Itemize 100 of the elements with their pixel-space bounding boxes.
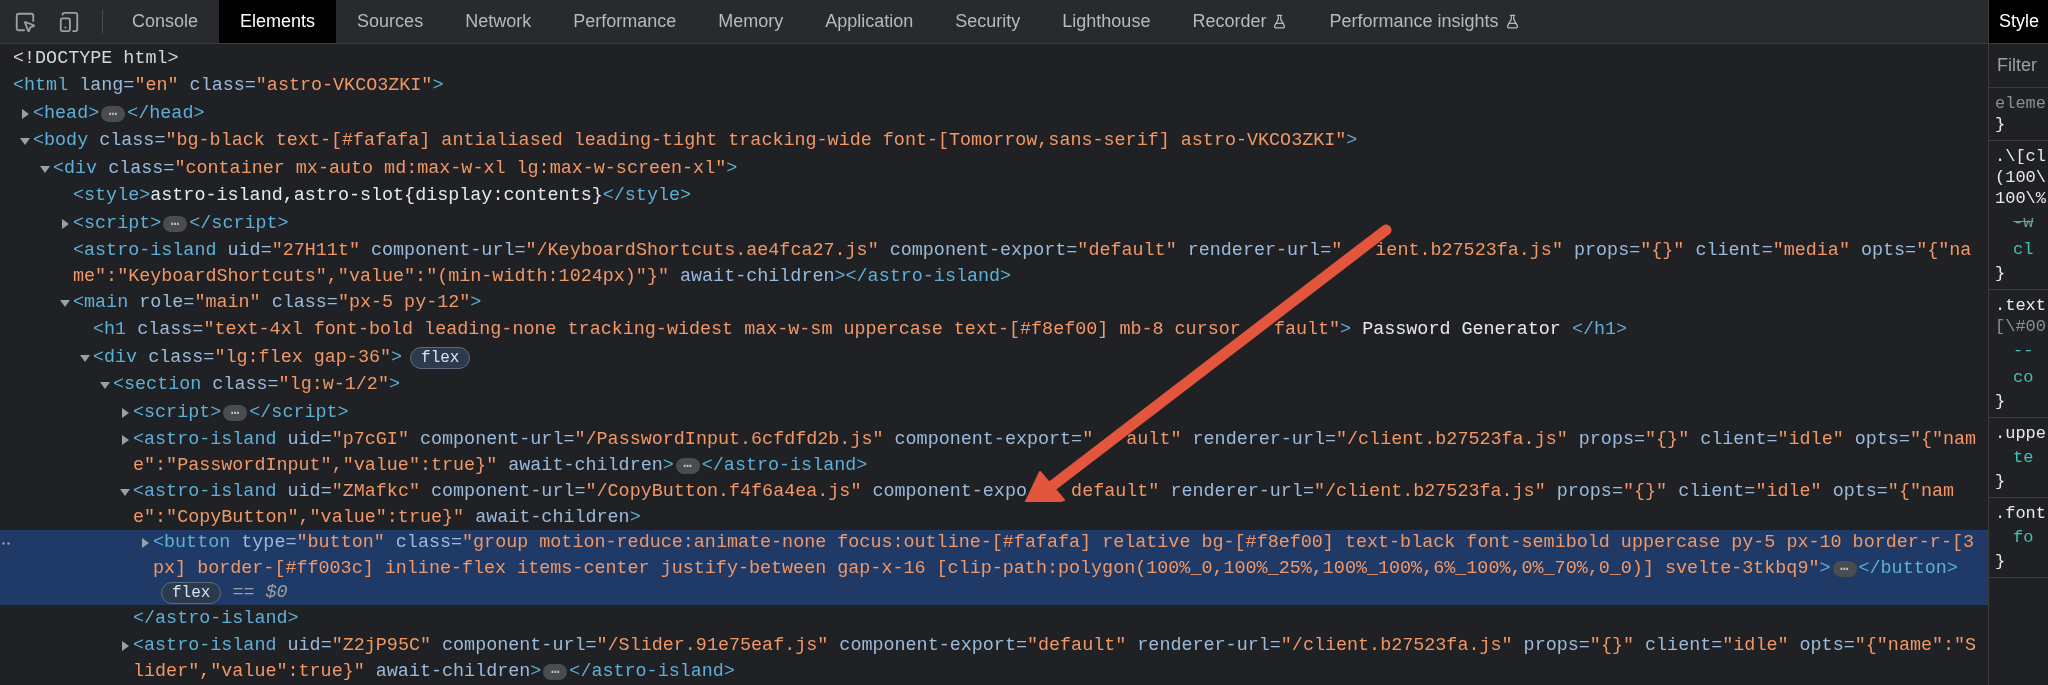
- panel-tab[interactable]: Application: [804, 0, 935, 43]
- code-text: <h1 class="text-4xl font-bold leading-none tracking-widest max-w-sm uppercase text-[#f8ef00] mb-8 cursor: [93, 318, 1241, 343]
- dom-node-row[interactable]: <div class="lg:flex gap-36"> flex: [0, 344, 1988, 372]
- inspect-icon[interactable]: [14, 10, 36, 33]
- code-text: <section class="lg:w-1/2">: [113, 373, 400, 398]
- css-selector: eleme: [1995, 93, 2047, 114]
- css-property[interactable]: cl: [2013, 240, 2034, 259]
- caret-icon[interactable]: [20, 108, 30, 119]
- code-text: <astro-island uid="ZMafkc" component-url="/CopyButton.f4f6a4ea.js" component-expo: [133, 479, 1027, 504]
- code-text: lider","value":true}" await-children>: [133, 660, 542, 684]
- panel-tab[interactable]: Recorder: [1171, 0, 1309, 43]
- code-text: px] border-[#ff003c] inline-flex items-center justify-between gap-x-16 [clip-path:polygon(100%_0,100%_25%,100%_100%,6%_100%,0%_70%,0_0)] svelte-3tkbq9">: [153, 557, 1831, 581]
- css-selector: [\#00: [1995, 316, 2047, 337]
- dom-node-row[interactable]: <body class="bg-black text-[#fafafa] antialiased leading-tight tracking-wide font-[Tomorrow,sans-serif] astro-VKCO3ZKI">: [0, 127, 1988, 155]
- closing-brace: }: [1995, 114, 2007, 135]
- caret-icon[interactable]: [60, 297, 70, 308]
- code-text: <script>: [73, 211, 162, 236]
- code-text: </astro-island>: [701, 454, 868, 478]
- flex-badge[interactable]: flex: [161, 582, 222, 604]
- ellipsis-button[interactable]: ⋯: [1832, 561, 1857, 577]
- code-text: </head>: [127, 101, 205, 126]
- panel-tab[interactable]: Performance insights: [1308, 0, 1541, 43]
- closing-brace: }: [1995, 391, 2007, 412]
- dom-node-row[interactable]: <script> ⋯ </script>: [0, 210, 1988, 238]
- flask-icon: [1504, 14, 1520, 29]
- dom-node-row[interactable]: <head> ⋯ </head>: [0, 100, 1988, 128]
- dom-node-row[interactable]: <main role="main" class="px-5 py-12">: [0, 289, 1988, 317]
- css-selector: .font: [1995, 503, 2047, 524]
- caret-icon[interactable]: [100, 380, 110, 391]
- code-text: </script>: [189, 211, 289, 236]
- dom-node-row[interactable]: <h1 class="text-4xl font-bold leading-none tracking-widest max-w-sm uppercase text-[#f8ef00] mb-8 cursor fault"> Password Generator </h1>: [0, 316, 1988, 344]
- panel-tab[interactable]: Network: [444, 0, 553, 43]
- code-text: <astro-island uid="27H11t" component-url="/KeyboardShortcuts.ae4fca27.js" component-export="default" renderer-url=": [73, 239, 1343, 264]
- code-text: <head>: [33, 101, 100, 126]
- code-text: </astro-island>: [569, 660, 735, 684]
- code-text: </button>: [1858, 557, 1958, 581]
- dom-node-row[interactable]: <script> ⋯ </script>: [0, 399, 1988, 427]
- code-text: e":"PasswordInput","value":true}" await-children>: [133, 454, 674, 478]
- dom-node-row[interactable]: <div class="container mx-auto md:max-w-xl lg:max-w-screen-xl">: [0, 155, 1988, 183]
- caret-icon[interactable]: [120, 407, 130, 418]
- code-text: me":"KeyboardShortcuts","value":"(min-width:1024px)"}" await-children></astro-island>: [73, 265, 1012, 289]
- code-text: <html lang="en" class="astro-VKCO3ZKI">: [13, 74, 444, 99]
- code-text: <button type="button" class="group motion-reduce:animate-none focus:outline-[#fafafa] relative bg-[#f8ef00] text-black font-semibold uppercase py-5 px-10 border-r-[3: [153, 531, 1974, 556]
- ellipsis-button[interactable]: ⋯: [101, 105, 126, 122]
- panel-tab[interactable]: Performance: [552, 0, 698, 43]
- code-text: <body class="bg-black text-[#fafafa] antialiased leading-tight tracking-wide font-[Tomorrow,sans-serif] astro-VKCO3ZKI">: [33, 129, 1358, 154]
- code-text: </script>: [249, 400, 349, 425]
- code-text: <div class="lg:flex gap-36">: [93, 345, 403, 370]
- code-text: <astro-island uid="p7cGI" component-url="/PasswordInput.6cfdfd2b.js" component-export=": [133, 428, 1094, 453]
- css-selector: 100\%: [1995, 188, 2047, 209]
- caret-icon[interactable]: [20, 136, 30, 147]
- caret-icon[interactable]: [40, 163, 50, 174]
- panel-tab[interactable]: Lighthouse: [1041, 0, 1172, 43]
- device-icon[interactable]: [58, 10, 80, 33]
- ellipsis-button[interactable]: ⋯: [163, 215, 188, 232]
- panel-tab[interactable]: Memory: [697, 0, 805, 43]
- closing-brace: }: [1995, 263, 2007, 284]
- code-text: == $0: [231, 581, 288, 605]
- ellipsis-button[interactable]: ⋯: [223, 404, 248, 421]
- panel-tab[interactable]: Security: [934, 0, 1042, 43]
- ellipsis-button[interactable]: ⋯: [543, 664, 568, 680]
- code-text: ault" renderer-url="/client.b27523fa.js" props="{}" client="idle" opts="{"nam: [1126, 428, 1977, 453]
- code-text: ient.b27523fa.js" props="{}" client="media" opts="{"na: [1375, 239, 1972, 264]
- css-selector: .text: [1995, 295, 2047, 316]
- dom-node-row[interactable]: <html lang="en" class="astro-VKCO3ZKI">: [0, 72, 1988, 100]
- dom-node-row[interactable]: <style>astro-island,astro-slot{display:contents}</style>: [0, 182, 1988, 210]
- ellipsis-button[interactable]: ⋯: [675, 458, 700, 474]
- code-text: <!DOCTYPE html>: [13, 46, 179, 71]
- code-text: <div class="container mx-auto md:max-w-xl lg:max-w-screen-xl">: [53, 156, 738, 181]
- panel-tab[interactable]: Console: [111, 0, 220, 43]
- dom-node-row[interactable]: <section class="lg:w-1/2">: [0, 371, 1988, 399]
- code-text: <astro-island uid="Z2jP95C" component-url="/Slider.91e75eaf.js" component-export="default" renderer-url="/client.b27523fa.js" props="{}" client="idle" opts="{"name":"S: [133, 634, 1977, 659]
- panel-tab[interactable]: Elements: [219, 0, 337, 43]
- css-selector: .\[cl: [1995, 146, 2047, 167]
- closing-brace: }: [1995, 471, 2007, 492]
- code-text: default" renderer-url="/client.b27523fa.js" props="{}" client="idle" opts="{"nam: [1071, 479, 1955, 504]
- caret-icon[interactable]: [120, 486, 130, 497]
- closing-brace: }: [1995, 551, 2007, 572]
- caret-icon[interactable]: [60, 218, 70, 229]
- caret-icon[interactable]: [140, 538, 150, 549]
- dom-node-row[interactable]: [0, 529, 1988, 605]
- code-text: <style>astro-island,astro-slot{display:contents}</style>: [73, 184, 692, 209]
- code-text: <script>: [133, 400, 222, 425]
- caret-icon[interactable]: [120, 435, 130, 446]
- css-property[interactable]: fo: [2013, 528, 2034, 547]
- css-property[interactable]: te: [2013, 448, 2034, 467]
- sidebar-tab[interactable]: Style: [1989, 0, 2048, 43]
- code-text: fault"> Password Generator </h1>: [1273, 318, 1628, 343]
- css-property[interactable]: co: [2013, 368, 2034, 387]
- css-property[interactable]: --: [2013, 341, 2034, 360]
- dom-node-row[interactable]: <!DOCTYPE html>: [0, 45, 1988, 73]
- filter-field[interactable]: Filter: [1997, 52, 2047, 79]
- more-icon: [2, 541, 10, 545]
- panel-tab[interactable]: Sources: [336, 0, 445, 43]
- caret-icon[interactable]: [120, 641, 130, 652]
- code-text: </astro-island>: [133, 606, 299, 631]
- caret-icon[interactable]: [80, 352, 90, 363]
- code-text: e":"CopyButton","value":true}" await-children>: [133, 505, 641, 530]
- code-text: <main role="main" class="px-5 py-12">: [73, 290, 482, 315]
- flex-badge[interactable]: flex: [410, 346, 471, 369]
